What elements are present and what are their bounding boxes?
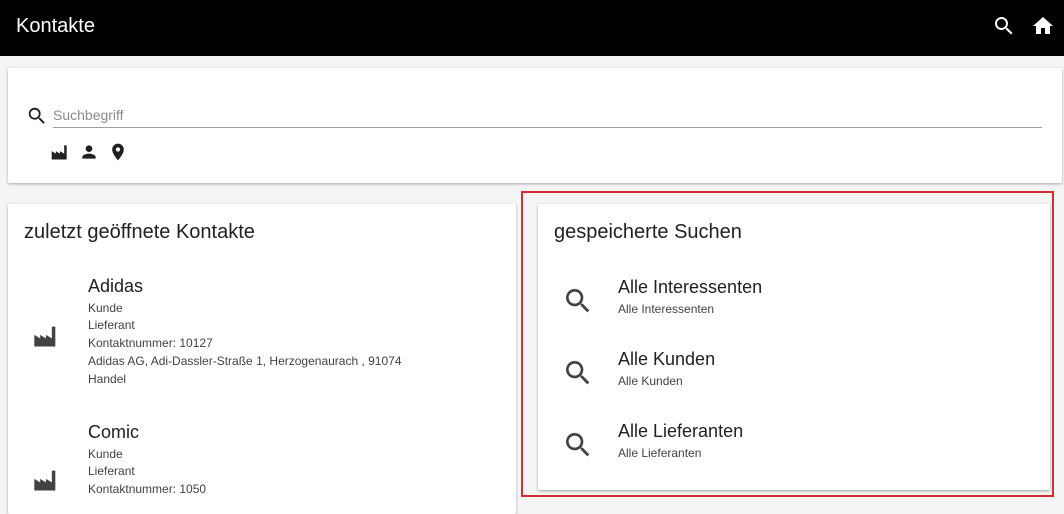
saved-search-title: Alle Kunden bbox=[618, 349, 716, 369]
contact-line: Kunde bbox=[88, 301, 123, 315]
search-icon bbox=[562, 285, 594, 317]
factory-icon bbox=[51, 145, 67, 160]
contact-line: Handel bbox=[88, 372, 127, 386]
app-title: Kontakte bbox=[16, 15, 95, 37]
location-pin-icon bbox=[112, 143, 124, 161]
factory-icon bbox=[32, 466, 60, 494]
filter-person-button[interactable] bbox=[79, 142, 99, 162]
app-bar: Kontakte bbox=[0, 0, 1064, 56]
search-card bbox=[8, 68, 1062, 183]
saved-search-title: Alle Interessenten bbox=[618, 277, 763, 297]
factory-icon bbox=[32, 322, 60, 350]
contact-line: Kunde bbox=[88, 447, 123, 461]
search-icon bbox=[995, 17, 1013, 35]
search-icon bbox=[26, 105, 48, 127]
saved-searches-title: gespeicherte Suchen bbox=[554, 221, 742, 243]
saved-search-subtitle: Alle Kunden bbox=[618, 374, 683, 388]
contact-line: Lieferant bbox=[88, 464, 135, 478]
saved-search-subtitle: Alle Interessenten bbox=[618, 302, 715, 316]
saved-search-item[interactable]: Alle Kunden Alle Kunden bbox=[538, 342, 1050, 404]
contact-name: Adidas bbox=[88, 276, 144, 296]
saved-searches-card: gespeicherte Suchen Alle Interessenten A… bbox=[538, 204, 1050, 490]
saved-search-title: Alle Lieferanten bbox=[618, 421, 744, 441]
contact-line: Adidas AG, Adi-Dassler-Straße 1, Herzoge… bbox=[88, 354, 402, 368]
saved-search-item[interactable]: Alle Lieferanten Alle Lieferanten bbox=[538, 414, 1050, 476]
saved-search-item[interactable]: Alle Interessenten Alle Interessenten bbox=[538, 270, 1050, 332]
appbar-home-button[interactable] bbox=[1031, 14, 1055, 38]
contact-name: Comic bbox=[88, 422, 140, 442]
search-input[interactable] bbox=[53, 104, 1042, 126]
recent-contacts-title: zuletzt geöffnete Kontakte bbox=[24, 221, 255, 243]
recent-contacts-card: zuletzt geöffnete Kontakte Adidas Kunde … bbox=[8, 204, 516, 514]
search-icon bbox=[562, 357, 594, 389]
appbar-search-button[interactable] bbox=[992, 14, 1016, 38]
filter-company-button[interactable] bbox=[50, 142, 70, 162]
contact-line: Lieferant bbox=[88, 318, 135, 332]
contact-line: Kontaktnummer: 10127 bbox=[88, 336, 213, 350]
search-field[interactable] bbox=[53, 104, 1042, 128]
saved-search-subtitle: Alle Lieferanten bbox=[618, 446, 702, 460]
filter-location-button[interactable] bbox=[108, 142, 128, 162]
home-icon bbox=[1033, 17, 1053, 34]
search-icon bbox=[562, 429, 594, 461]
contact-line: Kontaktnummer: 1050 bbox=[88, 482, 207, 496]
person-icon bbox=[82, 145, 96, 159]
